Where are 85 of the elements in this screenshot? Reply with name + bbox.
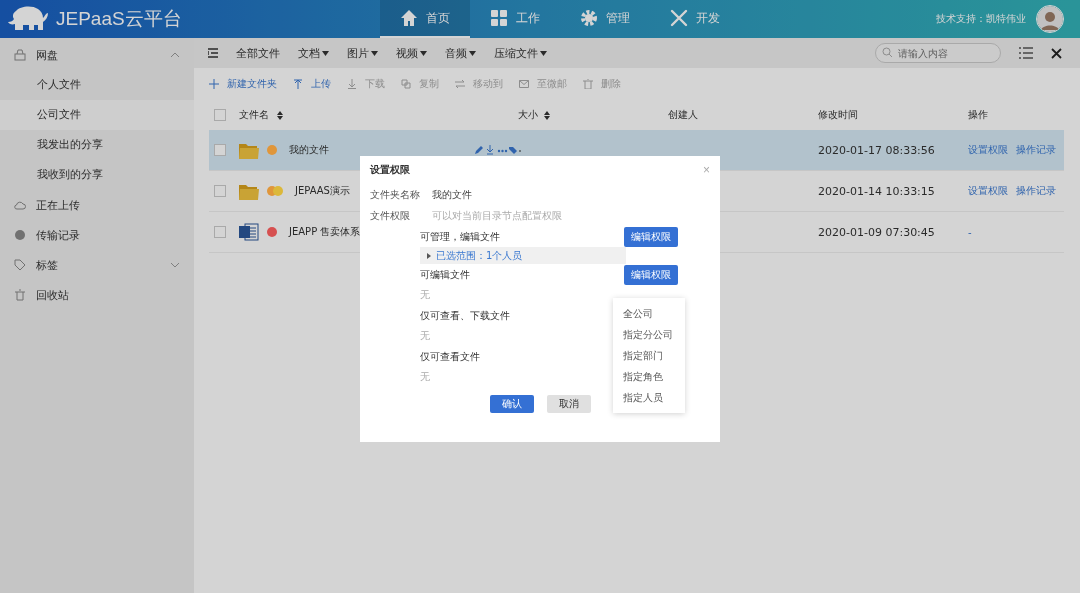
elephant-logo-icon [8,5,50,33]
close-icon[interactable] [1051,47,1062,59]
menu-item[interactable]: 指定角色 [613,366,685,387]
modified-time: 2020-01-14 10:33:15 [818,184,935,198]
search-field[interactable]: 请输入内容 [875,43,1001,63]
sidebar-subitem[interactable]: 我发出的分享 [0,130,194,160]
edit-permission-button[interactable]: 编辑权限 [624,226,678,247]
settings-icon [580,9,598,27]
sort-icon[interactable] [277,110,283,120]
empty-text: 无 [420,370,430,384]
list-view-icon[interactable] [1019,47,1033,59]
row-checkbox[interactable] [214,144,226,156]
swap-icon [455,79,465,89]
filter-tab[interactable]: 音频 [445,45,476,61]
cloud-icon [14,199,26,211]
menu-item[interactable]: 指定分公司 [613,324,685,345]
file-name[interactable]: JEAPP 售卖体系 [289,225,361,239]
expand-triangle-icon [427,252,431,259]
column-header[interactable]: 大小 [518,108,538,122]
tag-icon [14,259,26,271]
avatar[interactable] [1036,5,1064,33]
sidebar-item[interactable]: 标签 [0,250,194,280]
filter-tab[interactable]: 图片 [347,45,378,61]
menu-item[interactable]: 指定人员 [613,387,685,408]
trash-icon [583,79,593,89]
copy-icon [401,79,411,89]
permission-title: 仅可查看文件 [420,349,480,364]
support-text: 技术支持：凯特伟业 [936,12,1026,26]
confirm-button[interactable]: 确认 [489,395,534,413]
sidebar-subitem[interactable]: 我收到的分享 [0,160,194,190]
nav-tab[interactable]: 工作 [470,0,560,38]
search-icon [882,47,893,58]
modified-time: 2020-01-17 08:33:56 [818,143,935,157]
column-header: 操作 [968,108,988,122]
menu-item[interactable]: 全公司 [613,303,685,324]
scope-row[interactable]: 已选范围：1个人员 [420,247,626,264]
column-header: 修改时间 [818,109,858,120]
home-icon [400,9,418,27]
permission-title: 可编辑文件 [420,267,470,282]
row-action-link[interactable]: 设置权限 [968,184,1008,198]
file-name[interactable]: JEPAAS演示 [295,184,350,198]
filter-tab[interactable]: 视频 [396,45,427,61]
upload-icon [293,79,303,89]
cancel-button[interactable]: 取消 [546,395,591,413]
column-header[interactable]: 文件名 [239,108,269,122]
modified-time: 2020-01-09 07:30:45 [818,225,935,239]
empty-text: 无 [420,329,430,343]
row-checkbox[interactable] [214,185,226,197]
permission-title: 仅可查看、下载文件 [420,308,510,323]
folder-icon [239,141,259,159]
empty-text: 无 [420,288,430,302]
row-action-link[interactable]: 操作记录 [1016,184,1056,198]
sidebar-item[interactable]: 网盘 [0,40,194,70]
filter-tab[interactable]: 压缩文件 [494,45,547,61]
grid-icon [490,9,508,27]
word-document-icon [239,222,259,242]
plus-icon [209,79,219,89]
file-name[interactable]: 我的文件 [289,143,329,157]
menu-icon[interactable] [208,48,218,58]
row-checkbox[interactable] [214,226,226,238]
sort-icon[interactable] [544,110,550,120]
edit-permission-button[interactable]: 编辑权限 [624,264,678,285]
filter-tab[interactable]: 文档 [298,45,329,61]
sidebar-item[interactable]: 传输记录 [0,220,194,250]
sidebar-item[interactable]: 正在上传 [0,190,194,220]
download-icon [347,79,357,89]
select-all-checkbox[interactable] [214,109,226,121]
menu-item[interactable]: 指定部门 [613,345,685,366]
app-logo-text: JEPaaS云平台 [56,7,182,31]
sidebar-subitem[interactable]: 个人文件 [0,70,194,100]
sidebar-item[interactable]: 回收站 [0,280,194,310]
folder-name: 我的文件 [432,187,472,202]
field-label: 文件夹名称 [370,187,421,202]
permission-title: 可管理，编辑文件 [420,229,500,244]
sidebar-subitem[interactable]: 公司文件 [0,100,194,130]
filter-tab[interactable]: 全部文件 [236,45,280,61]
row-action-link[interactable]: - [968,226,972,238]
mail-icon [519,79,529,89]
tools-icon [670,9,688,27]
column-header: 创建人 [668,109,698,120]
trash-icon [14,289,26,301]
folder-icon [239,182,259,200]
toolbar-button[interactable]: 上传 [293,77,331,91]
toolbar-button[interactable]: 新建文件夹 [209,77,277,91]
row-tools-icon[interactable] [474,145,522,155]
